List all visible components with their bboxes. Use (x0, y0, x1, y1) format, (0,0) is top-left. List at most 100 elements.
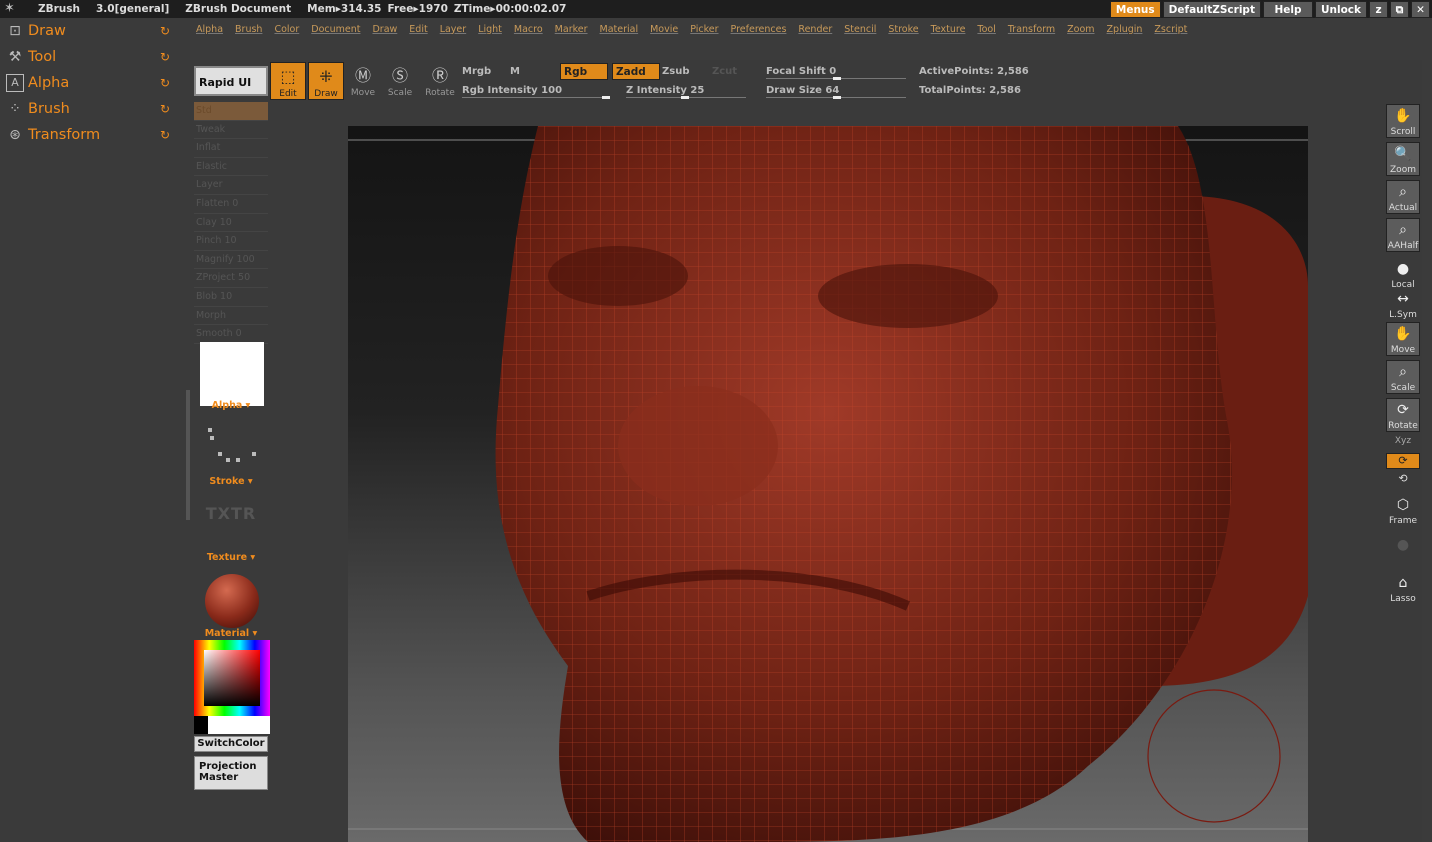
stroke-selector[interactable]: Stroke ▾ (194, 476, 268, 487)
tray-item-draw[interactable]: ⊡ Draw ↻ (0, 18, 190, 44)
menu-transform[interactable]: Transform (1008, 24, 1055, 35)
menu-alpha[interactable]: Alpha (196, 24, 223, 35)
xyz-button[interactable]: Xyz (1386, 436, 1420, 450)
menu-layer[interactable]: Layer (440, 24, 467, 35)
z-intensity-knob[interactable] (681, 96, 689, 99)
menu-light[interactable]: Light (478, 24, 502, 35)
menu-zscript[interactable]: Zscript (1154, 24, 1187, 35)
projection-master-button[interactable]: Projection Master (194, 756, 268, 790)
local-button[interactable]: ● Local (1386, 258, 1420, 292)
transp-button[interactable]: ● (1386, 534, 1420, 568)
menus-button[interactable]: Menus (1109, 1, 1161, 18)
draw-size-slider[interactable]: Draw Size 64 (766, 85, 839, 96)
tray-item-alpha[interactable]: A Alpha ↻ (0, 70, 190, 96)
brush-item-magnify[interactable]: Magnify 100 (194, 251, 268, 270)
aahalf-button[interactable]: ⌕ AAHalf (1386, 218, 1420, 252)
brush-item-elastic[interactable]: Elastic (194, 158, 268, 177)
actual-button[interactable]: ⌕ Actual (1386, 180, 1420, 214)
frame-button[interactable]: ⬡ Frame (1386, 494, 1420, 528)
zoom-button[interactable]: 🔍 Zoom (1386, 142, 1420, 176)
default-zscript-button[interactable]: DefaultZScript (1162, 1, 1261, 18)
brush-item-flatten[interactable]: Flatten 0 (194, 195, 268, 214)
brush-item-layer[interactable]: Layer (194, 176, 268, 195)
menu-zplugin[interactable]: Zplugin (1107, 24, 1143, 35)
focal-shift-slider[interactable]: Focal Shift 0 (766, 66, 836, 77)
z-intensity-slider[interactable]: Z Intensity 25 (626, 85, 704, 96)
restore-button[interactable]: ⧉ (1390, 1, 1409, 18)
scale-view-button[interactable]: ⌕ Scale (1386, 360, 1420, 394)
menu-stencil[interactable]: Stencil (844, 24, 876, 35)
m-button[interactable]: M (510, 66, 520, 77)
rotate-button[interactable]: Ⓡ Rotate (422, 62, 458, 100)
sculpt-model[interactable] (348, 126, 1308, 842)
lsym-button[interactable]: ↔ L.Sym (1386, 288, 1420, 322)
menu-edit[interactable]: Edit (409, 24, 427, 35)
tray-item-tool[interactable]: ⚒ Tool ↻ (0, 44, 190, 70)
menu-preferences[interactable]: Preferences (731, 24, 787, 35)
focal-shift-knob[interactable] (833, 77, 841, 80)
menu-draw[interactable]: Draw (372, 24, 397, 35)
menu-render[interactable]: Render (798, 24, 832, 35)
refresh-icon[interactable]: ↻ (160, 50, 170, 64)
switch-color-button[interactable]: SwitchColor (194, 736, 268, 752)
color-gradient[interactable] (204, 650, 260, 706)
zsub-button[interactable]: Zsub (662, 66, 689, 77)
menu-movie[interactable]: Movie (650, 24, 678, 35)
scale-button[interactable]: Ⓢ Scale (382, 62, 418, 100)
brush-item-zproject[interactable]: ZProject 50 (194, 269, 268, 288)
brush-item-clay[interactable]: Clay 10 (194, 214, 268, 233)
brush-item-pinch[interactable]: Pinch 10 (194, 232, 268, 251)
menu-brush[interactable]: Brush (235, 24, 262, 35)
rgb-button[interactable]: Rgb (560, 63, 608, 80)
draw-size-knob[interactable] (833, 96, 841, 99)
scroll-button[interactable]: ✋ Scroll (1386, 104, 1420, 138)
menu-material[interactable]: Material (600, 24, 639, 35)
zadd-button[interactable]: Zadd (612, 63, 660, 80)
color-picker[interactable] (194, 640, 270, 716)
move-view-button[interactable]: ✋ Move (1386, 322, 1420, 356)
menu-marker[interactable]: Marker (555, 24, 588, 35)
help-button[interactable]: Help (1262, 1, 1313, 18)
brush-item-morph[interactable]: Morph (194, 307, 268, 326)
unlock-button[interactable]: Unlock (1314, 1, 1367, 18)
alpha-thumbnail[interactable] (200, 342, 264, 406)
refresh-icon[interactable]: ↻ (160, 102, 170, 116)
tray-item-transform[interactable]: ⊛ Transform ↻ (0, 122, 190, 148)
draw-button[interactable]: ⁜ Draw (308, 62, 344, 100)
edit-button[interactable]: ⬚ Edit (270, 62, 306, 100)
brush-item-smooth[interactable]: Smooth 0 (194, 325, 268, 344)
zcut-button[interactable]: Zcut (712, 66, 737, 77)
rgb-intensity-knob[interactable] (602, 96, 610, 99)
rapid-ui-button[interactable]: Rapid UI (194, 66, 268, 96)
rotate-z-button[interactable]: ⟲ (1386, 472, 1420, 488)
close-button[interactable]: ✕ (1411, 1, 1430, 18)
minimize-button[interactable]: z (1369, 1, 1388, 18)
material-thumbnail[interactable] (205, 574, 259, 628)
menu-tool[interactable]: Tool (977, 24, 995, 35)
rgb-intensity-slider[interactable]: Rgb Intensity 100 (462, 85, 562, 96)
menu-zoom[interactable]: Zoom (1067, 24, 1094, 35)
rotate-view-button[interactable]: ⟳ Rotate (1386, 398, 1420, 432)
brush-item-blob[interactable]: Blob 10 (194, 288, 268, 307)
brush-item-inflat[interactable]: Inflat (194, 139, 268, 158)
refresh-icon[interactable]: ↻ (160, 128, 170, 142)
menu-document[interactable]: Document (311, 24, 360, 35)
alpha-selector[interactable]: Alpha ▾ (194, 400, 268, 411)
document-canvas[interactable] (348, 126, 1308, 842)
material-selector[interactable]: Material ▾ (194, 628, 268, 639)
texture-thumbnail[interactable]: TXTR (194, 504, 268, 523)
brush-item-std[interactable]: Std (194, 102, 268, 121)
menu-macro[interactable]: Macro (514, 24, 543, 35)
brush-item-tweak[interactable]: Tweak (194, 121, 268, 140)
menu-picker[interactable]: Picker (690, 24, 718, 35)
rotate-y-button[interactable]: ⟳ (1386, 453, 1420, 469)
texture-selector[interactable]: Texture ▾ (194, 552, 268, 563)
refresh-icon[interactable]: ↻ (160, 24, 170, 38)
color-swatch[interactable] (194, 716, 270, 734)
refresh-icon[interactable]: ↻ (160, 76, 170, 90)
move-button[interactable]: Ⓜ Move (345, 62, 381, 100)
tray-item-brush[interactable]: ⁘ Brush ↻ (0, 96, 190, 122)
menu-texture[interactable]: Texture (931, 24, 966, 35)
lasso-button[interactable]: ⌂ Lasso (1386, 572, 1420, 606)
menu-color[interactable]: Color (274, 24, 299, 35)
